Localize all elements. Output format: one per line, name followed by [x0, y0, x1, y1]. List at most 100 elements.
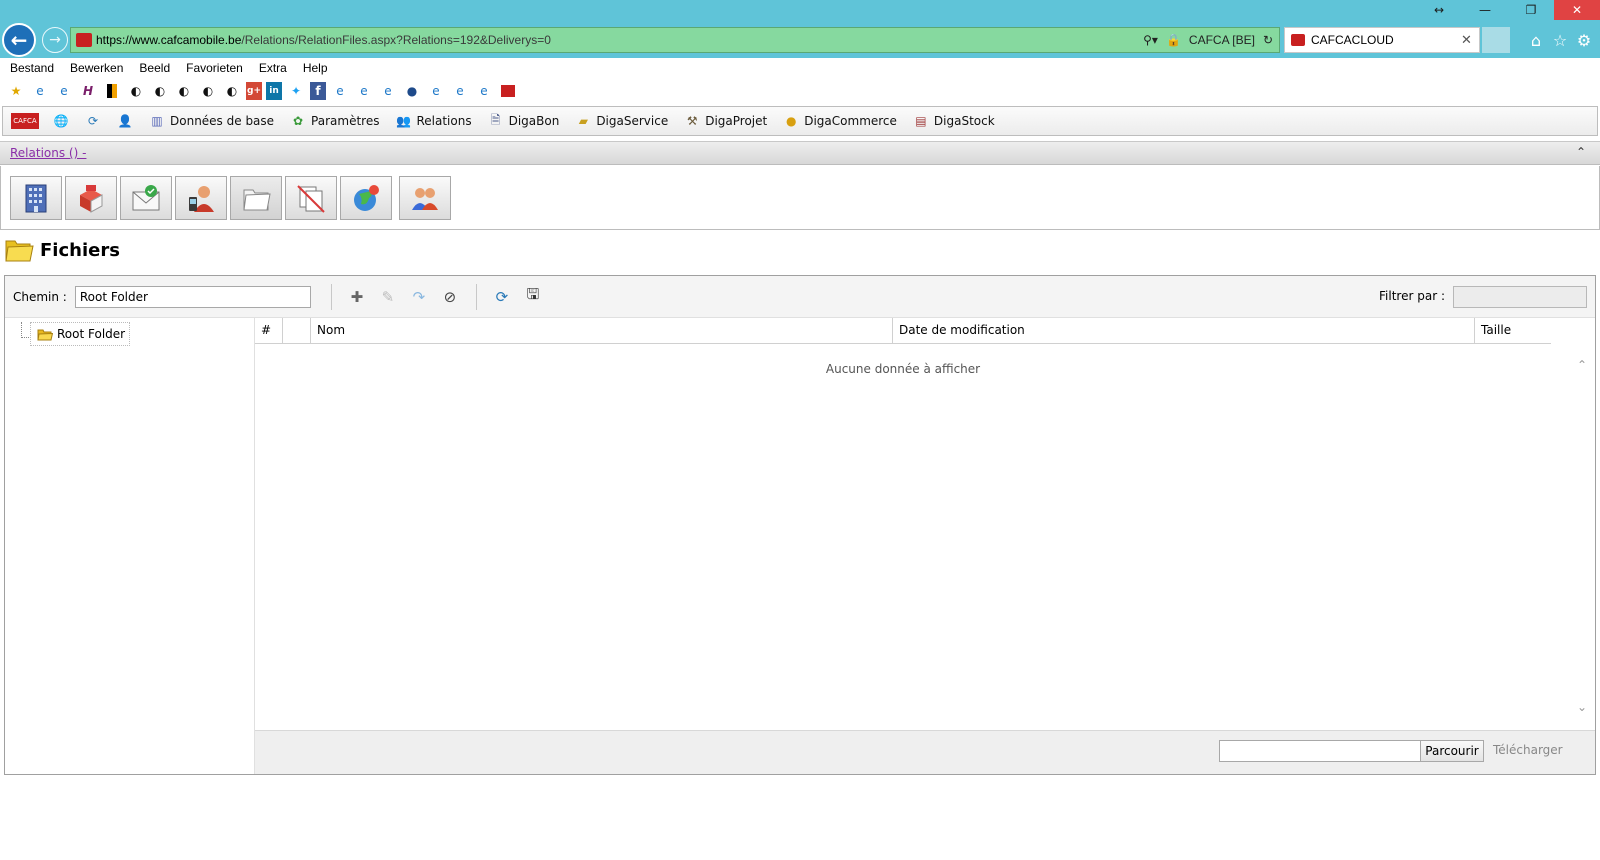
yellow-circle-icon[interactable]: ◐: [126, 82, 146, 100]
yellow-circle-icon[interactable]: ◐: [150, 82, 170, 100]
flag-icon[interactable]: [102, 82, 122, 100]
ie-page-icon[interactable]: e: [330, 82, 350, 100]
upload-file-field[interactable]: [1219, 740, 1421, 762]
search-icon[interactable]: ⚲▾: [1143, 33, 1158, 47]
toolbar-digaprojet[interactable]: ⚒ DigaProjet: [684, 113, 767, 129]
resize-icon[interactable]: ↔: [1416, 0, 1462, 20]
filter-input[interactable]: [1453, 286, 1587, 308]
column-header-modified[interactable]: Date de modification: [893, 318, 1475, 344]
delete-button[interactable]: ⊘: [439, 286, 461, 308]
ie-page-icon[interactable]: e: [378, 82, 398, 100]
menu-bewerken[interactable]: Bewerken: [70, 61, 123, 75]
home-icon[interactable]: ⌂: [1526, 30, 1546, 50]
linkedin-icon[interactable]: in: [266, 82, 282, 100]
yellow-circle-icon[interactable]: ◐: [198, 82, 218, 100]
settings-gear-icon[interactable]: ⚙: [1574, 30, 1594, 50]
ie-page-icon[interactable]: e: [474, 82, 494, 100]
tab-web[interactable]: [340, 176, 392, 220]
new-tab-button[interactable]: [1482, 27, 1510, 53]
ie-page-icon[interactable]: e: [30, 82, 50, 100]
column-header-name[interactable]: Nom: [311, 318, 893, 344]
scroll-up-chevron-icon[interactable]: ⌃: [1577, 358, 1587, 372]
ie-page-icon[interactable]: e: [426, 82, 446, 100]
tree-node-root-folder[interactable]: Root Folder: [30, 322, 131, 346]
menu-help[interactable]: Help: [303, 61, 328, 75]
ie-page-icon[interactable]: e: [54, 82, 74, 100]
column-header-number[interactable]: #: [255, 318, 283, 344]
tab-close-icon[interactable]: ✕: [1461, 32, 1479, 48]
minimize-button[interactable]: —: [1462, 0, 1508, 20]
globe-icon[interactable]: ●: [402, 82, 422, 100]
folder-icon: [37, 329, 53, 340]
browser-tab[interactable]: CAFCACLOUD ✕: [1284, 27, 1480, 53]
files-folder-icon: [243, 189, 271, 211]
scroll-down-chevron-icon[interactable]: ⌄: [1577, 700, 1587, 714]
refresh-icon[interactable]: ↻: [1263, 33, 1273, 47]
save-button[interactable]: 🖫: [522, 285, 544, 308]
ie-page-icon[interactable]: e: [450, 82, 470, 100]
yellow-circle-icon[interactable]: ◐: [222, 82, 242, 100]
menu-beeld[interactable]: Beeld: [139, 61, 170, 75]
menu-bestand[interactable]: Bestand: [10, 61, 54, 75]
forward-button[interactable]: →: [42, 27, 68, 53]
add-favorite-star-icon[interactable]: ★: [6, 82, 26, 100]
sync-shortcut[interactable]: ⟳: [85, 113, 101, 129]
tab-mail[interactable]: [120, 176, 172, 220]
toolbar-donnees-de-base[interactable]: ▥ Données de base: [149, 113, 274, 129]
address-url[interactable]: https://www.cafcamobile.be/Relations/Rel…: [96, 33, 1143, 47]
toolbar-digacommerce[interactable]: ● DigaCommerce: [783, 113, 897, 129]
tab-company[interactable]: [10, 176, 62, 220]
menu-bar: Bestand Bewerken Beeld Favorieten Extra …: [0, 58, 1600, 78]
tab-contacts[interactable]: [175, 176, 227, 220]
refresh-button[interactable]: ⟳: [491, 286, 513, 308]
twitter-icon[interactable]: ✦: [286, 82, 306, 100]
restore-button[interactable]: ❐: [1508, 0, 1554, 20]
building-icon: [25, 184, 47, 213]
download-button[interactable]: Télécharger: [1493, 743, 1563, 757]
facebook-icon[interactable]: f: [310, 82, 326, 100]
globe-icon: [354, 185, 379, 211]
globe-shortcut[interactable]: 🌐: [53, 113, 69, 129]
tab-no-documents[interactable]: [285, 176, 337, 220]
cafca-logo[interactable]: CAFCA: [11, 113, 39, 129]
toolbar-relations[interactable]: 👥 Relations: [395, 113, 472, 129]
menu-extra[interactable]: Extra: [259, 61, 287, 75]
h-site-icon[interactable]: H: [78, 82, 98, 100]
toolbar-digaservice[interactable]: ▰ DigaService: [575, 113, 669, 129]
breadcrumb-relations-link[interactable]: Relations () -: [10, 146, 86, 160]
filter-label: Filtrer par :: [1379, 289, 1445, 303]
tab-delivery[interactable]: [65, 176, 117, 220]
tree-connector: [21, 322, 29, 338]
favorites-star-icon[interactable]: ☆: [1550, 30, 1570, 50]
column-header-select[interactable]: [283, 318, 311, 344]
back-button[interactable]: ←: [2, 23, 36, 57]
toolbar-digabon[interactable]: 🗎 DigaBon: [488, 113, 560, 129]
yellow-circle-icon[interactable]: ◐: [174, 82, 194, 100]
collapse-chevron-icon[interactable]: ⌃: [1576, 145, 1586, 159]
document-blocked-icon: [297, 185, 325, 213]
path-input[interactable]: [74, 285, 311, 308]
user-shortcut[interactable]: 👤: [117, 113, 133, 129]
browse-button[interactable]: Parcourir: [1420, 740, 1484, 762]
cafca-favicon-icon[interactable]: [498, 82, 518, 100]
google-plus-icon[interactable]: g+: [246, 82, 262, 100]
address-bar[interactable]: https://www.cafcamobile.be/Relations/Rel…: [70, 27, 1280, 53]
tab-users[interactable]: [399, 176, 451, 220]
toolbar-label: Paramètres: [311, 114, 380, 128]
column-header-size[interactable]: Taille: [1475, 318, 1551, 344]
close-window-button[interactable]: ✕: [1554, 0, 1600, 20]
create-folder-button[interactable]: ✚: [346, 286, 368, 308]
toolbar-digastock[interactable]: ▤ DigaStock: [913, 113, 994, 129]
site-identity[interactable]: CAFCA [BE]: [1189, 33, 1255, 47]
rename-button[interactable]: ✎: [377, 286, 399, 308]
page-heading: Fichiers: [4, 234, 120, 266]
lock-icon[interactable]: 🔒: [1166, 33, 1181, 47]
move-button[interactable]: ↷: [408, 286, 430, 308]
folder-tree: Root Folder: [5, 318, 255, 774]
ie-page-icon[interactable]: e: [354, 82, 374, 100]
folder-icon: [5, 240, 34, 262]
toolbar-parametres[interactable]: ✿ Paramètres: [290, 113, 379, 129]
site-favicon-icon: [76, 33, 92, 47]
menu-favorieten[interactable]: Favorieten: [186, 61, 243, 75]
tab-files[interactable]: [230, 176, 282, 220]
